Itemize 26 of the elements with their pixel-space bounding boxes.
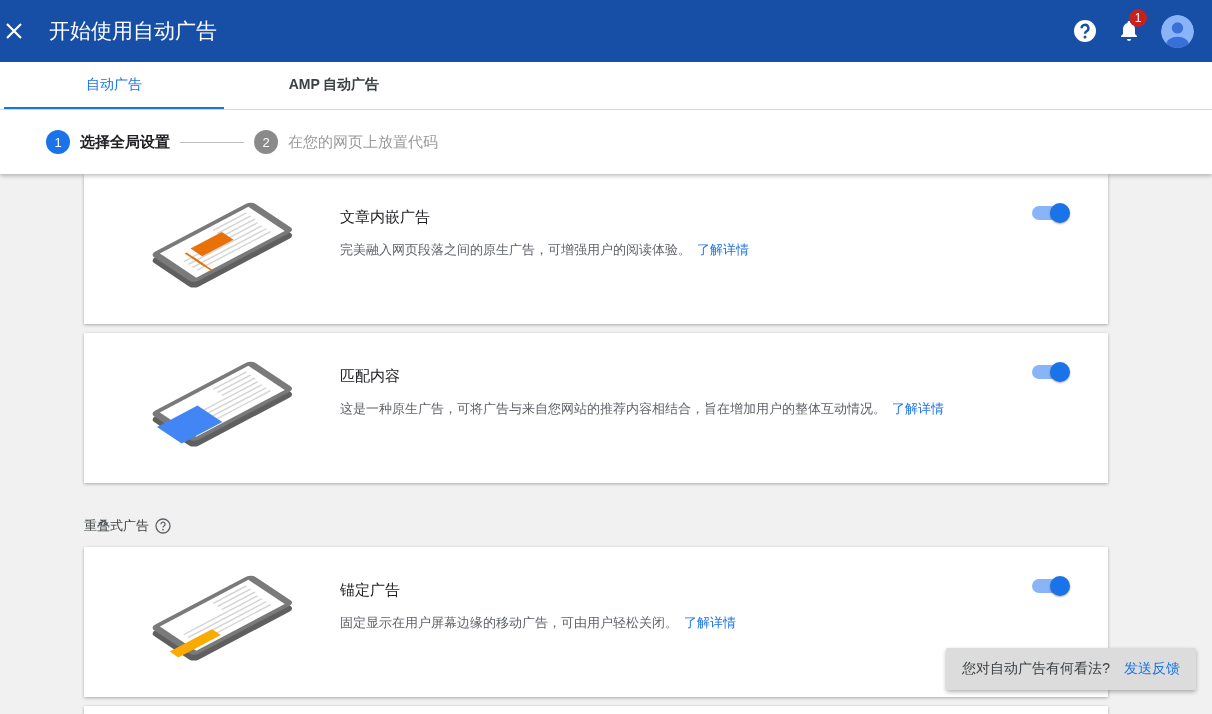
tab[interactable]: AMP 自动广告 [224, 62, 444, 109]
page-title: 开始使用自动广告 [49, 18, 217, 44]
card-title: 文章内嵌广告 [340, 208, 430, 227]
notification-badge: 1 [1129, 9, 1147, 27]
help-icon[interactable] [1073, 19, 1097, 43]
learn-more-link[interactable]: 了解详情 [892, 401, 944, 416]
card-description: 完美融入网页段落之间的原生广告，可增强用户的阅读体验。 了解详情 [340, 241, 750, 259]
toggle-switch[interactable] [1032, 579, 1068, 593]
snackbar-text: 您对自动广告有何看法? [962, 660, 1110, 678]
card-title: 匹配内容 [340, 367, 400, 386]
toggle-switch[interactable] [1032, 365, 1068, 379]
learn-more-link[interactable]: 了解详情 [697, 242, 749, 257]
step-number: 1 [46, 130, 70, 154]
card-title: 锚定广告 [340, 581, 400, 600]
close-icon[interactable] [6, 23, 22, 39]
toggle-switch[interactable] [1032, 206, 1068, 220]
step-number: 2 [254, 130, 278, 154]
card-description: 这是一种原生广告，可将广告与来自您网站的推荐内容相结合，旨在增加用户的整体互动情况。 了解详情 [340, 400, 945, 418]
learn-more-link[interactable]: 了解详情 [684, 615, 736, 630]
step-label: 选择全局设置 [80, 132, 170, 152]
section-title: 重叠式广告 [84, 517, 149, 535]
send-feedback-link[interactable]: 发送反馈 [1124, 660, 1180, 678]
step-label: 在您的网页上放置代码 [288, 132, 438, 152]
avatar-icon[interactable] [1161, 14, 1194, 48]
card-description: 固定显示在用户屏幕边缘的移动广告，可由用户轻松关闭。 了解详情 [340, 614, 737, 632]
help-icon[interactable] [155, 518, 171, 534]
